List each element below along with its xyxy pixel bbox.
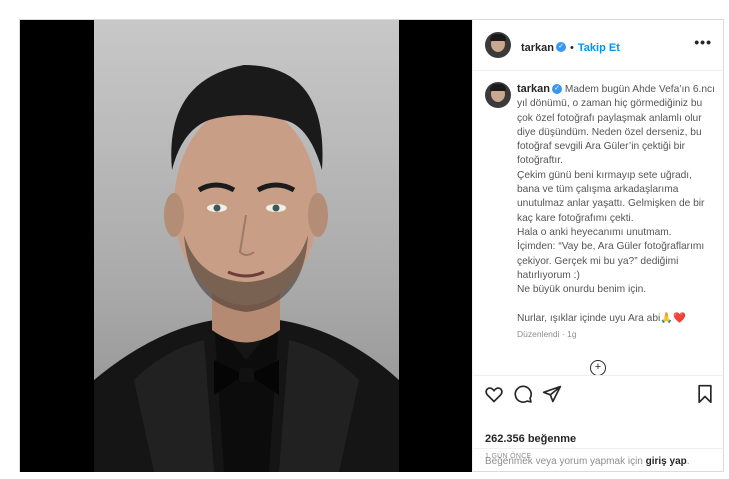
edited-time: 1g [567, 329, 577, 339]
edited-separator: · [561, 329, 565, 339]
edited-meta: Düzenlendi · 1g [517, 329, 577, 339]
post-media[interactable] [20, 20, 472, 472]
post-header: tarkan ✓ • Takip Et ••• [473, 20, 724, 71]
caption-username[interactable]: tarkan [517, 83, 550, 95]
more-options-icon[interactable]: ••• [694, 34, 712, 50]
login-link[interactable]: giriş yap [646, 456, 687, 467]
heart-icon[interactable] [484, 384, 504, 404]
separator-dot: • [570, 42, 574, 54]
post-sidebar: tarkan ✓ • Takip Et ••• tarkan ✓ Madem bugün… [472, 20, 724, 472]
verified-badge-icon: ✓ [552, 84, 563, 95]
login-prompt-text: Beğenmek veya yorum yapmak için [485, 456, 646, 467]
header-user-line: tarkan ✓ • Takip Et [521, 38, 620, 56]
login-prompt-end: . [686, 456, 690, 467]
paper-plane-icon[interactable] [542, 384, 562, 404]
portrait-illustration [94, 65, 399, 472]
caption-text: Madem bugün Ahde Vefa’ın 6.ncı yıl dönüm… [517, 84, 715, 324]
username-link[interactable]: tarkan [521, 42, 554, 54]
verified-badge-icon: ✓ [556, 41, 567, 52]
instagram-post: tarkan ✓ • Takip Et ••• tarkan ✓ Madem bugün… [19, 19, 724, 472]
edited-label: Düzenlendi [517, 329, 560, 339]
bookmark-icon[interactable] [695, 384, 715, 404]
comment-icon[interactable] [513, 384, 533, 404]
login-prompt: Beğenmek veya yorum yapmak için giriş ya… [473, 448, 724, 473]
likes-count[interactable]: 262.356 beğenme [485, 433, 576, 445]
portrait-photo [94, 20, 399, 472]
caption-avatar[interactable] [485, 82, 511, 108]
caption: tarkan ✓ Madem bugün Ahde Vefa’ın 6.ncı y… [517, 82, 717, 326]
plus-circle-icon[interactable]: + [590, 360, 606, 376]
follow-button[interactable]: Takip Et [578, 42, 620, 54]
avatar[interactable] [485, 32, 511, 58]
